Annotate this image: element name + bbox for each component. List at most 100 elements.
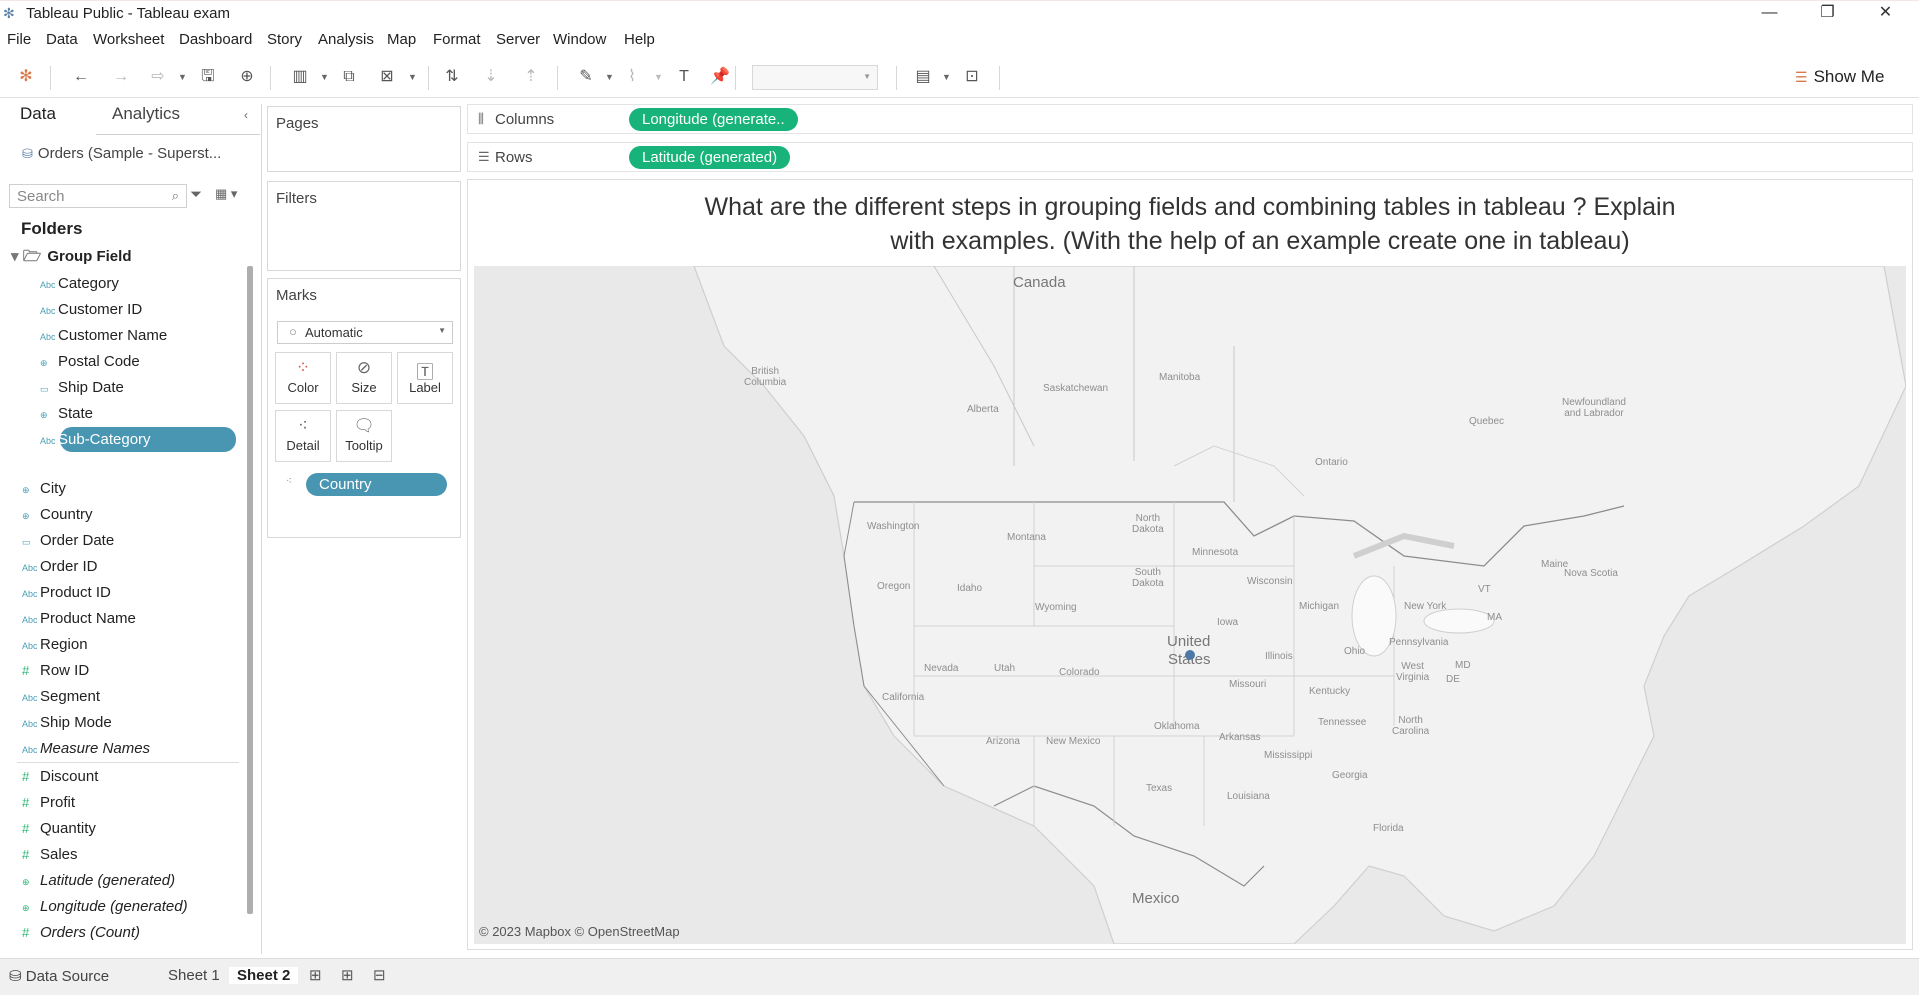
field-product-name[interactable]: Abc Product Name <box>22 607 136 631</box>
longitude-pill[interactable]: Longitude (generate.. <box>629 108 798 131</box>
field-latitude-generated[interactable]: ⊕ Latitude (generated) <box>22 869 175 893</box>
duplicate-sheet-icon[interactable]: ⧉ <box>337 66 361 88</box>
new-dashboard-icon[interactable]: ⊞ <box>341 966 354 984</box>
filters-card[interactable]: Filters <box>267 181 461 271</box>
menu-map[interactable]: Map <box>387 31 416 48</box>
field-measure-names[interactable]: Abc Measure Names <box>22 737 150 761</box>
field-ship-date[interactable]: ▭ Ship Date <box>40 376 124 400</box>
filter-icon[interactable]: ⏷ <box>190 186 202 203</box>
tab-sheet1[interactable]: Sheet 1 <box>168 967 220 984</box>
field-segment[interactable]: Abc Segment <box>22 685 100 709</box>
field-row-id[interactable]: # Row ID <box>22 659 89 683</box>
color-button[interactable]: ⁘ Color <box>275 352 331 404</box>
field-postal-code[interactable]: ⊕ Postal Code <box>40 350 140 374</box>
label-button[interactable]: 🅃 Label <box>397 352 453 404</box>
menu-data[interactable]: Data <box>46 31 78 48</box>
save-icon[interactable]: 🖫 <box>196 66 220 88</box>
menu-story[interactable]: Story <box>267 31 302 48</box>
new-data-source-icon[interactable]: ⊕ <box>235 66 259 88</box>
close-icon[interactable]: ✕ <box>1863 1 1908 27</box>
highlight-icon[interactable]: ✎ <box>574 66 598 88</box>
field-ship-mode[interactable]: Abc Ship Mode <box>22 711 112 735</box>
swap-rows-columns-icon[interactable]: ⇅ <box>440 66 464 88</box>
format-workbook-select[interactable]: ▼ <box>752 65 878 90</box>
detail-button[interactable]: ⁖ Detail <box>275 410 331 462</box>
new-worksheet-icon[interactable]: ⊞ <box>309 966 322 984</box>
us-country-mark[interactable] <box>1185 650 1195 660</box>
show-me-button[interactable]: ☰ Show Me <box>1795 67 1884 87</box>
field-customer-id[interactable]: Abc Customer ID <box>40 298 142 322</box>
field-label: Segment <box>40 688 101 705</box>
size-button[interactable]: ⊘ Size <box>336 352 392 404</box>
fit-dropdown-icon[interactable]: ▼ <box>942 66 951 88</box>
field-product-id[interactable]: Abc Product ID <box>22 581 111 605</box>
fix-axes-icon[interactable]: 📌 <box>708 66 732 88</box>
mark-type-select[interactable]: ○ Automatic ▼ <box>277 321 453 344</box>
menu-server[interactable]: Server <box>496 31 540 48</box>
tab-analytics[interactable]: Analytics <box>112 104 180 124</box>
data-pane-scrollbar[interactable] <box>247 266 253 914</box>
collapse-pane-icon[interactable]: ‹ <box>244 108 248 122</box>
tooltip-button[interactable]: 🗨 Tooltip <box>336 410 392 462</box>
pages-card[interactable]: Pages <box>267 106 461 172</box>
group-dropdown-icon[interactable]: ▼ <box>654 66 663 88</box>
field-sub-category[interactable]: Abc Sub-Category <box>40 428 151 452</box>
tab-data-source[interactable]: ⛁ Data Source <box>9 967 109 985</box>
field-region[interactable]: Abc Region <box>22 633 88 657</box>
tab-sheet2[interactable]: Sheet 2 <box>229 967 299 984</box>
search-input[interactable]: Search ⌕ <box>9 184 187 208</box>
tableau-home-icon[interactable]: ✻ <box>14 66 38 88</box>
menu-worksheet[interactable]: Worksheet <box>93 31 164 48</box>
rows-shelf[interactable]: ☰ Rows Latitude (generated) <box>467 142 1913 172</box>
field-city[interactable]: ⊕ City <box>22 477 66 501</box>
window-title: Tableau Public - Tableau exam <box>26 5 231 22</box>
replay-icon[interactable]: ⇨ <box>146 66 170 88</box>
field-sales[interactable]: # Sales <box>22 843 78 867</box>
field-discount[interactable]: # Discount <box>22 765 98 789</box>
menu-window[interactable]: Window <box>553 31 606 48</box>
menu-help[interactable]: Help <box>624 31 655 48</box>
field-order-id[interactable]: Abc Order ID <box>22 555 98 579</box>
datasource-item[interactable]: ⛁ Orders (Sample - Superst... <box>22 145 221 162</box>
menu-format[interactable]: Format <box>433 31 481 48</box>
field-orders-count[interactable]: # Orders (Count) <box>22 921 140 945</box>
sort-descending-icon[interactable]: ⇡ <box>519 66 543 88</box>
field-quantity[interactable]: # Quantity <box>22 817 96 841</box>
group-folder[interactable]: ▾ 🗁 Group Field <box>11 246 131 271</box>
restore-icon[interactable]: ❐ <box>1805 1 1850 27</box>
group-members-icon[interactable]: ⌇ <box>620 66 644 88</box>
tab-data-source-label: Data Source <box>25 968 110 985</box>
show-mark-labels-icon[interactable]: T <box>672 66 696 88</box>
menu-analysis[interactable]: Analysis <box>318 31 374 48</box>
country-detail-pill[interactable]: Country <box>306 473 447 496</box>
clear-sheet-icon[interactable]: ⊠ <box>375 66 399 88</box>
map-attribution[interactable]: © 2023 Mapbox © OpenStreetMap <box>479 924 680 939</box>
sort-ascending-icon[interactable]: ⇣ <box>479 66 503 88</box>
replay-dropdown-icon[interactable]: ▼ <box>178 66 187 88</box>
view-options-icon[interactable]: ▦ ▾ <box>215 186 237 202</box>
menu-dashboard[interactable]: Dashboard <box>179 31 252 48</box>
redo-icon[interactable]: → <box>109 66 133 88</box>
field-customer-name[interactable]: Abc Customer Name <box>40 324 167 348</box>
viz-title[interactable]: What are the different steps in grouping… <box>500 190 1880 258</box>
undo-icon[interactable]: ← <box>69 66 93 88</box>
field-profit[interactable]: # Profit <box>22 791 75 815</box>
clear-sheet-dropdown-icon[interactable]: ▼ <box>408 66 417 88</box>
menu-file[interactable]: File <box>7 31 31 48</box>
new-story-icon[interactable]: ⊟ <box>373 966 386 984</box>
latitude-pill[interactable]: Latitude (generated) <box>629 146 791 169</box>
presentation-mode-icon[interactable]: ⊡ <box>960 66 984 88</box>
field-country[interactable]: ⊕ Country <box>22 503 93 527</box>
highlight-dropdown-icon[interactable]: ▼ <box>605 66 614 88</box>
minimize-icon[interactable]: — <box>1747 1 1792 27</box>
field-state[interactable]: ⊕ State <box>40 402 93 426</box>
map-canvas[interactable]: British Columbia <box>474 266 1906 944</box>
new-worksheet-icon[interactable]: ▥ <box>288 66 312 88</box>
columns-shelf[interactable]: ⫼ Columns Longitude (generate.. <box>467 104 1913 134</box>
fit-icon[interactable]: ▤ <box>911 66 935 88</box>
field-longitude-generated[interactable]: ⊕ Longitude (generated) <box>22 895 188 919</box>
tab-data[interactable]: Data <box>20 104 56 124</box>
field-order-date[interactable]: ▭ Order Date <box>22 529 114 553</box>
new-worksheet-dropdown-icon[interactable]: ▼ <box>320 66 329 88</box>
field-category[interactable]: Abc Category <box>40 272 119 296</box>
